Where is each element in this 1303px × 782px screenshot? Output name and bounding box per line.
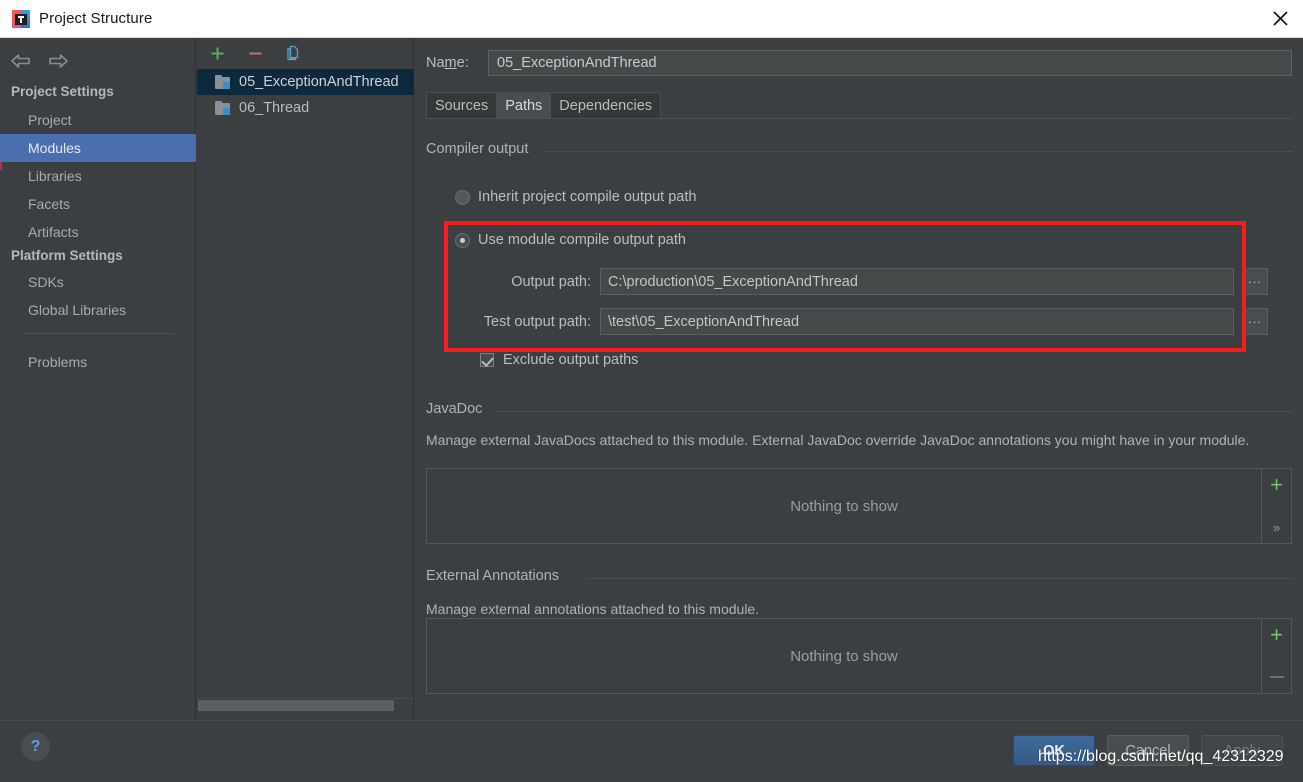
close-icon[interactable] (1257, 0, 1303, 37)
watermark-text: https://blog.csdn.net/qq_42312329 (1038, 748, 1284, 765)
module-settings-panel: Name: Sources Paths Dependencies Compile… (415, 38, 1303, 720)
horizontal-scrollbar[interactable] (197, 698, 413, 711)
external-annotations-empty-text: Nothing to show (790, 647, 898, 665)
output-path-input[interactable] (600, 268, 1234, 295)
window-title: Project Structure (39, 10, 153, 27)
test-output-path-input[interactable] (600, 308, 1234, 335)
minus-icon (1269, 676, 1284, 678)
project-structure-dialog: Project Structure Project Settings Proje… (0, 0, 1303, 782)
exclude-output-paths-checkbox[interactable]: Exclude output paths (480, 352, 638, 368)
module-folder-icon (215, 100, 232, 116)
add-javadoc-button[interactable]: + (1266, 472, 1288, 497)
sidebar-item-sdks[interactable]: SDKs (0, 268, 196, 296)
external-annotations-description: Manage external annotations attached to … (426, 601, 760, 617)
tab-label: Paths (505, 97, 543, 114)
plus-icon: + (1270, 472, 1283, 497)
radio-inherit-project-output[interactable]: Inherit project compile output path (455, 189, 696, 205)
expand-javadoc-button[interactable]: » (1266, 517, 1288, 537)
plus-icon: + (1270, 622, 1283, 647)
window-title-bar: Project Structure (0, 0, 1303, 38)
sidebar-section-project-settings: Project Settings (11, 84, 114, 99)
javadoc-description: Manage external JavaDocs attached to thi… (426, 432, 1250, 448)
module-name: 05_ExceptionAndThread (239, 74, 399, 90)
intellij-idea-icon (12, 9, 30, 28)
radio-icon (455, 232, 470, 248)
tab-paths[interactable]: Paths (497, 92, 552, 118)
group-title: JavaDoc (426, 401, 491, 417)
javadoc-list[interactable]: Nothing to show + » (426, 468, 1292, 544)
sidebar-item-label: Libraries (28, 168, 82, 184)
remove-annotation-button (1266, 667, 1288, 687)
module-list[interactable]: 05_ExceptionAndThread 06_Thread (197, 69, 414, 729)
javadoc-group: JavaDoc (426, 401, 1292, 417)
arrow-left-icon[interactable] (10, 53, 31, 69)
group-title: External Annotations (426, 568, 568, 584)
radio-label: Inherit project compile output path (478, 189, 697, 205)
plus-icon[interactable] (206, 42, 228, 64)
help-button[interactable]: ? (21, 732, 50, 761)
name-input[interactable] (488, 50, 1292, 76)
list-item[interactable]: 06_Thread (197, 95, 414, 121)
javadoc-empty-text: Nothing to show (790, 497, 898, 515)
sidebar-item-label: Global Libraries (28, 302, 127, 318)
sidebar-item-project[interactable]: Project (0, 106, 196, 134)
module-folder-icon (215, 74, 232, 90)
module-name-row: Name: (426, 50, 1292, 76)
radio-icon (455, 189, 470, 205)
sidebar-item-facets[interactable]: Facets (0, 190, 196, 218)
sidebar-item-label: Modules (28, 140, 81, 156)
tab-label: Dependencies (559, 97, 653, 114)
group-separator (495, 411, 1292, 412)
sidebar-item-label: Project (28, 112, 72, 128)
sidebar-item-global-libraries[interactable]: Global Libraries (0, 296, 196, 324)
checkbox-label: Exclude output paths (503, 352, 639, 368)
group-separator (544, 151, 1292, 152)
module-name: 06_Thread (239, 100, 310, 116)
output-path-label: Output path: (511, 273, 591, 290)
sidebar-item-label: SDKs (28, 274, 64, 290)
sidebar-divider (22, 333, 174, 334)
tab-dependencies[interactable]: Dependencies (551, 92, 662, 118)
module-toolbar (197, 38, 414, 68)
sidebar-item-label: Problems (28, 354, 88, 370)
test-output-path-label: Test output path: (483, 313, 591, 330)
external-annotations-side-toolbar: + (1261, 619, 1291, 693)
test-output-path-browse-button[interactable]: ... (1242, 308, 1268, 335)
sidebar-item-problems[interactable]: Problems (0, 348, 196, 376)
minus-icon[interactable] (244, 42, 266, 64)
settings-sidebar: Project Settings Project Modules Librari… (0, 38, 196, 720)
sidebar-nav-arrows (10, 53, 69, 69)
scrollbar-thumb[interactable] (198, 700, 394, 711)
copy-icon[interactable] (282, 42, 304, 64)
output-path-browse-button[interactable]: ... (1242, 268, 1268, 295)
module-list-panel: 05_ExceptionAndThread 06_Thread (197, 38, 414, 720)
checkbox-icon (480, 353, 494, 367)
compiler-output-group: Compiler output (426, 141, 1292, 157)
sidebar-item-label: Artifacts (28, 224, 79, 240)
external-annotations-group: External Annotations (426, 568, 1292, 584)
javadoc-side-toolbar: + » (1261, 469, 1291, 543)
tab-sources[interactable]: Sources (426, 92, 498, 118)
add-annotation-button[interactable]: + (1266, 622, 1288, 647)
group-title: Compiler output (426, 141, 537, 157)
output-path-row: Output path: ... (455, 268, 1290, 295)
list-item[interactable]: 05_ExceptionAndThread (197, 69, 414, 95)
sidebar-item-modules[interactable]: Modules (0, 134, 196, 162)
sidebar-section-platform-settings: Platform Settings (11, 248, 123, 263)
arrow-right-icon[interactable] (48, 53, 69, 69)
radio-label: Use module compile output path (478, 232, 686, 248)
radio-use-module-output[interactable]: Use module compile output path (455, 232, 686, 248)
tab-label: Sources (435, 97, 489, 114)
tabs-underline (426, 118, 1292, 119)
name-label: Name: (426, 55, 469, 71)
test-output-path-row: Test output path: ... (455, 308, 1290, 335)
settings-tabs: Sources Paths Dependencies (426, 92, 662, 118)
external-annotations-list[interactable]: Nothing to show + (426, 618, 1292, 694)
sidebar-item-label: Facets (28, 196, 71, 212)
sidebar-item-libraries[interactable]: Libraries (0, 162, 196, 190)
group-separator (588, 578, 1292, 579)
sidebar-item-artifacts[interactable]: Artifacts (0, 218, 196, 246)
chevron-double-right-icon: » (1272, 519, 1281, 535)
